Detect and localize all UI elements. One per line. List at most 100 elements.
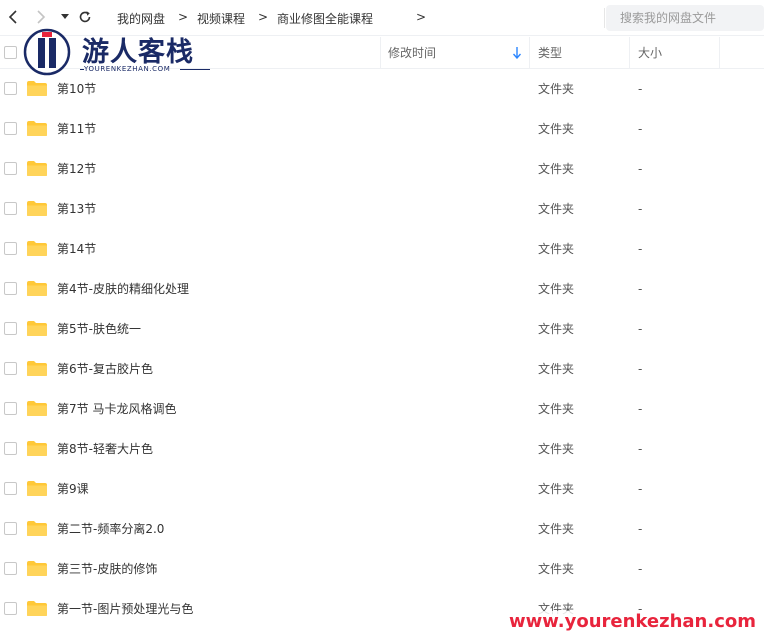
row-checkbox[interactable] bbox=[4, 562, 17, 575]
file-type: 文件夹 bbox=[538, 322, 575, 336]
breadcrumb-item-my-disk[interactable]: 我的网盘 bbox=[117, 10, 165, 27]
file-name[interactable]: 第13节 bbox=[57, 189, 96, 229]
history-dropdown-button[interactable] bbox=[56, 8, 74, 26]
table-row[interactable]: 第14节 文件夹 - bbox=[0, 229, 764, 269]
table-row[interactable]: 第4节-皮肤的精细化处理 文件夹 - bbox=[0, 269, 764, 309]
table-row[interactable]: 第三节-皮肤的修饰 文件夹 - bbox=[0, 549, 764, 589]
column-separator bbox=[719, 37, 720, 69]
file-name[interactable]: 第11节 bbox=[57, 109, 96, 149]
file-name[interactable]: 第10节 bbox=[57, 69, 96, 109]
file-type: 文件夹 bbox=[538, 282, 575, 296]
column-separator bbox=[629, 37, 630, 69]
row-checkbox[interactable] bbox=[4, 242, 17, 255]
file-type: 文件夹 bbox=[538, 522, 575, 536]
file-size: - bbox=[638, 562, 643, 576]
column-header-modified[interactable]: 修改时间 bbox=[388, 37, 436, 69]
chevron-left-icon bbox=[8, 10, 17, 24]
row-checkbox[interactable] bbox=[4, 362, 17, 375]
file-size: - bbox=[638, 122, 643, 136]
table-row[interactable]: 第8节-轻奢大片色 文件夹 - bbox=[0, 429, 764, 469]
toolbar: 我的网盘 > 视频课程 > 商业修图全能课程 > bbox=[0, 0, 764, 36]
file-size: - bbox=[638, 202, 643, 216]
file-type: 文件夹 bbox=[538, 402, 575, 416]
column-header-name[interactable]: 文件名 bbox=[32, 37, 68, 69]
table-row[interactable]: 第11节 文件夹 - bbox=[0, 109, 764, 149]
forward-button[interactable] bbox=[32, 8, 50, 26]
file-name[interactable]: 第7节 马卡龙风格调色 bbox=[57, 389, 176, 429]
file-name[interactable]: 第4节-皮肤的精细化处理 bbox=[57, 269, 189, 309]
row-checkbox[interactable] bbox=[4, 522, 17, 535]
row-checkbox[interactable] bbox=[4, 162, 17, 175]
folder-icon bbox=[27, 601, 47, 616]
column-header-type[interactable]: 类型 bbox=[538, 37, 562, 69]
file-type: 文件夹 bbox=[538, 202, 575, 216]
breadcrumb-expand-button[interactable]: > bbox=[416, 10, 426, 24]
file-size: - bbox=[638, 482, 643, 496]
row-checkbox[interactable] bbox=[4, 402, 17, 415]
row-checkbox[interactable] bbox=[4, 442, 17, 455]
folder-icon bbox=[27, 201, 47, 216]
row-checkbox[interactable] bbox=[4, 482, 17, 495]
caret-down-icon bbox=[61, 14, 69, 19]
table-row[interactable]: 第7节 马卡龙风格调色 文件夹 - bbox=[0, 389, 764, 429]
file-list: 第10节 文件夹 - 第11节 文件夹 - 第12节 文件夹 - 第13节 文件夹 - 第14节 文件夹 -… bbox=[0, 69, 764, 629]
folder-icon bbox=[27, 561, 47, 576]
folder-icon bbox=[27, 241, 47, 256]
file-type: 文件夹 bbox=[538, 562, 575, 576]
folder-icon bbox=[27, 121, 47, 136]
row-checkbox[interactable] bbox=[4, 602, 17, 615]
file-name[interactable]: 第14节 bbox=[57, 229, 96, 269]
file-type: 文件夹 bbox=[538, 362, 575, 376]
file-size: - bbox=[638, 282, 643, 296]
file-size: - bbox=[638, 322, 643, 336]
breadcrumb-item-video-courses[interactable]: 视频课程 bbox=[197, 10, 245, 27]
row-checkbox[interactable] bbox=[4, 322, 17, 335]
row-checkbox[interactable] bbox=[4, 282, 17, 295]
refresh-button[interactable] bbox=[76, 8, 94, 26]
search-input[interactable] bbox=[606, 5, 764, 31]
file-type: 文件夹 bbox=[538, 242, 575, 256]
row-checkbox[interactable] bbox=[4, 202, 17, 215]
folder-icon bbox=[27, 361, 47, 376]
back-button[interactable] bbox=[4, 8, 22, 26]
table-row[interactable]: 第9课 文件夹 - bbox=[0, 469, 764, 509]
file-size: - bbox=[638, 442, 643, 456]
file-name[interactable]: 第9课 bbox=[57, 469, 89, 509]
file-size: - bbox=[638, 362, 643, 376]
file-name[interactable]: 第一节-图片预处理光与色 bbox=[57, 589, 193, 629]
table-row[interactable]: 第二节-频率分离2.0 文件夹 - bbox=[0, 509, 764, 549]
sort-descending-icon[interactable] bbox=[512, 47, 522, 62]
folder-icon bbox=[27, 81, 47, 96]
file-name[interactable]: 第12节 bbox=[57, 149, 96, 189]
row-checkbox[interactable] bbox=[4, 82, 17, 95]
folder-icon bbox=[27, 481, 47, 496]
folder-icon bbox=[27, 161, 47, 176]
table-row[interactable]: 第5节-肤色统一 文件夹 - bbox=[0, 309, 764, 349]
select-all-checkbox[interactable] bbox=[4, 46, 17, 59]
file-size: - bbox=[638, 162, 643, 176]
folder-icon bbox=[27, 281, 47, 296]
chevron-right-icon bbox=[37, 10, 46, 24]
file-name[interactable]: 第5节-肤色统一 bbox=[57, 309, 141, 349]
table-row[interactable]: 第10节 文件夹 - bbox=[0, 69, 764, 109]
file-name[interactable]: 第三节-皮肤的修饰 bbox=[57, 549, 157, 589]
breadcrumb-separator: > bbox=[258, 10, 269, 24]
breadcrumb-separator: > bbox=[178, 10, 189, 24]
refresh-icon bbox=[79, 11, 91, 23]
folder-icon bbox=[27, 441, 47, 456]
row-checkbox[interactable] bbox=[4, 122, 17, 135]
table-row[interactable]: 第12节 文件夹 - bbox=[0, 149, 764, 189]
file-name[interactable]: 第二节-频率分离2.0 bbox=[57, 509, 164, 549]
file-type: 文件夹 bbox=[538, 162, 575, 176]
file-list-header: 文件名 修改时间 类型 大小 bbox=[0, 37, 764, 69]
folder-icon bbox=[27, 521, 47, 536]
column-separator bbox=[380, 37, 381, 69]
table-row[interactable]: 第13节 文件夹 - bbox=[0, 189, 764, 229]
file-size: - bbox=[638, 402, 643, 416]
file-name[interactable]: 第6节-复古胶片色 bbox=[57, 349, 153, 389]
table-row[interactable]: 第6节-复古胶片色 文件夹 - bbox=[0, 349, 764, 389]
column-header-size[interactable]: 大小 bbox=[638, 37, 662, 69]
breadcrumb-item-current-folder[interactable]: 商业修图全能课程 bbox=[277, 10, 373, 27]
file-name[interactable]: 第8节-轻奢大片色 bbox=[57, 429, 153, 469]
site-url-watermark: www.yourenkezhan.com bbox=[507, 611, 758, 632]
